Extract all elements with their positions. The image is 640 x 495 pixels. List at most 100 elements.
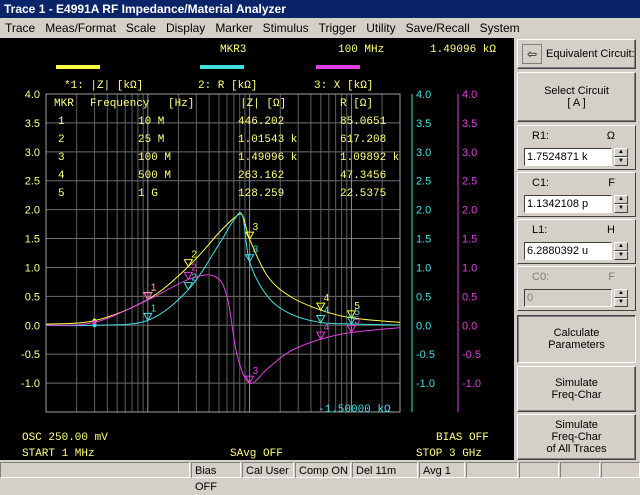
- menu-stimulus[interactable]: Stimulus: [258, 18, 314, 38]
- menu-utility[interactable]: Utility: [361, 18, 400, 38]
- y-tick-right-r: 3.5: [416, 118, 431, 130]
- bias-status: BIAS OFF: [436, 432, 489, 444]
- y-tick-right-r: -1.0: [416, 378, 435, 390]
- r1-unit: Ω: [606, 130, 615, 142]
- simulate-freq-char-button[interactable]: Simulate Freq-Char: [517, 366, 636, 412]
- marker-label: 2: [191, 250, 197, 261]
- back-arrow-icon: ⇦: [522, 44, 542, 64]
- y-tick-left: 3.5: [25, 118, 40, 130]
- spin-up-icon[interactable]: ▲: [614, 148, 628, 157]
- spin-up-icon[interactable]: ▲: [614, 242, 628, 251]
- y-tick-right-x: 1.0: [462, 262, 477, 274]
- table-header-r: R [Ω]: [340, 98, 373, 110]
- y-tick-right-x: 1.5: [462, 234, 477, 246]
- start-frequency: START 1 MHz: [22, 448, 95, 460]
- marker-label: 4: [324, 306, 330, 317]
- select-circuit-label: Select Circuit: [544, 85, 609, 97]
- x-readout: -1.50000 kΩ: [318, 404, 391, 416]
- y-tick-left: -1.0: [21, 378, 40, 390]
- l1-input[interactable]: 6.2880392 u: [524, 242, 612, 260]
- status-comp: Comp ON: [295, 462, 351, 478]
- c1-label: C1:: [532, 177, 550, 189]
- l1-label: L1:: [532, 224, 548, 236]
- status-empty-1: [466, 462, 518, 478]
- spin-down-icon[interactable]: ▼: [614, 204, 628, 213]
- back-button[interactable]: ⇦ Equivalent Circuit:: [517, 39, 636, 69]
- menu-system[interactable]: System: [475, 18, 525, 38]
- c1-unit: F: [608, 177, 615, 189]
- table-header-hz: [Hz]: [168, 98, 194, 110]
- spin-up-icon[interactable]: ▲: [614, 195, 628, 204]
- marker-header-name: MKR3: [220, 44, 246, 56]
- select-circuit-value: [ A ]: [567, 97, 586, 109]
- calculate-parameters-button[interactable]: Calculate Parameters: [517, 315, 636, 363]
- softkey-panel: ⇦ Equivalent Circuit: Select Circuit [ A…: [515, 38, 640, 460]
- r1-spinner[interactable]: ▲ ▼: [614, 148, 628, 166]
- marker-label: 3: [253, 245, 259, 256]
- table-cell-r: 617.208: [340, 134, 386, 146]
- status-empty-left: [0, 462, 190, 478]
- table-cell-freq: 1 G: [138, 188, 158, 200]
- y-tick-right-r: 0.0: [416, 320, 431, 332]
- table-cell-mkr: 4: [58, 170, 65, 182]
- select-circuit-button[interactable]: Select Circuit [ A ]: [517, 72, 636, 122]
- marker-label: 2: [191, 273, 197, 284]
- simulate-all-line1: Simulate: [555, 419, 598, 431]
- c1-input[interactable]: 1.1342108 p: [524, 195, 612, 213]
- menu-marker[interactable]: Marker: [210, 18, 257, 38]
- simulate-line2: Freq-Char: [551, 389, 602, 401]
- marker-label: 1: [151, 283, 157, 294]
- table-cell-z: 446.202: [238, 116, 284, 128]
- trace3-color-bar: [316, 65, 360, 69]
- menu-trace[interactable]: Trace: [0, 18, 40, 38]
- c0-label: C0:: [532, 271, 550, 283]
- menu-save-recall[interactable]: Save/Recall: [401, 18, 475, 38]
- y-tick-right-r: 2.5: [416, 176, 431, 188]
- table-cell-freq: 100 M: [138, 152, 171, 164]
- impedance-chart: 4.0 3.5 3.0 2.5 2.0 1.5 1.0 0.5 0.0 -0.5 -1.0 4.0 4…: [21, 44, 496, 460]
- table-cell-z: 1.49096 k: [238, 152, 298, 164]
- table-cell-r: 1.09892 k: [340, 152, 400, 164]
- spin-down-icon[interactable]: ▼: [614, 251, 628, 260]
- y-tick-right-r: -0.5: [416, 349, 435, 361]
- y-tick-right-x: 2.0: [462, 205, 477, 217]
- y-tick-right-x: 4.0: [462, 89, 477, 101]
- calculate-line1: Calculate: [553, 327, 600, 339]
- table-header-mkr: MKR: [54, 98, 74, 110]
- marker-label: 3: [253, 366, 259, 377]
- y-tick-right-x: -1.0: [462, 378, 481, 390]
- c1-field-group: C1: F 1.1342108 p ▲ ▼: [517, 172, 636, 217]
- r1-input[interactable]: 1.7524871 k: [524, 148, 612, 166]
- menu-display[interactable]: Display: [161, 18, 210, 38]
- y-tick-left: 3.0: [25, 147, 40, 159]
- table-header-z: |Z| [Ω]: [240, 98, 286, 110]
- l1-field-group: L1: H 6.2880392 u ▲ ▼: [517, 219, 636, 264]
- menu-trigger[interactable]: Trigger: [314, 18, 362, 38]
- status-delay: Del 11m: [352, 462, 418, 478]
- table-cell-z: 263.162: [238, 170, 284, 182]
- y-tick-right-r: 4.0: [416, 89, 431, 101]
- menu-meas-format[interactable]: Meas/Format: [40, 18, 121, 38]
- trace1-label: *1: |Z| [kΩ]: [64, 80, 143, 92]
- status-avg: Avg 1: [419, 462, 465, 478]
- c1-spinner[interactable]: ▲ ▼: [614, 195, 628, 213]
- table-header-frequency: Frequency: [90, 98, 150, 110]
- marker-label: 4: [324, 322, 330, 333]
- trace2-label: 2: R [kΩ]: [198, 80, 257, 92]
- l1-spinner[interactable]: ▲ ▼: [614, 242, 628, 260]
- simulate-all-line2: Freq-Char: [551, 431, 602, 443]
- y-tick-right-x: 0.0: [462, 320, 477, 332]
- spin-down-icon[interactable]: ▼: [614, 157, 628, 166]
- table-cell-r: 85.0651: [340, 116, 387, 128]
- menu-scale[interactable]: Scale: [121, 18, 161, 38]
- status-empty-3: [560, 462, 600, 478]
- spin-up-icon: ▲: [614, 289, 628, 298]
- trace2-color-bar: [200, 65, 244, 69]
- y-tick-left: 0.5: [25, 291, 40, 303]
- table-cell-r: 47.3456: [340, 170, 386, 182]
- c0-field-group: C0: F 0 ▲ ▼: [517, 266, 636, 311]
- table-cell-r: 22.5375: [340, 188, 386, 200]
- c0-input: 0: [524, 289, 612, 307]
- simulate-all-traces-button[interactable]: Simulate Freq-Char of All Traces: [517, 414, 636, 460]
- sweep-average: SAvg OFF: [230, 448, 283, 460]
